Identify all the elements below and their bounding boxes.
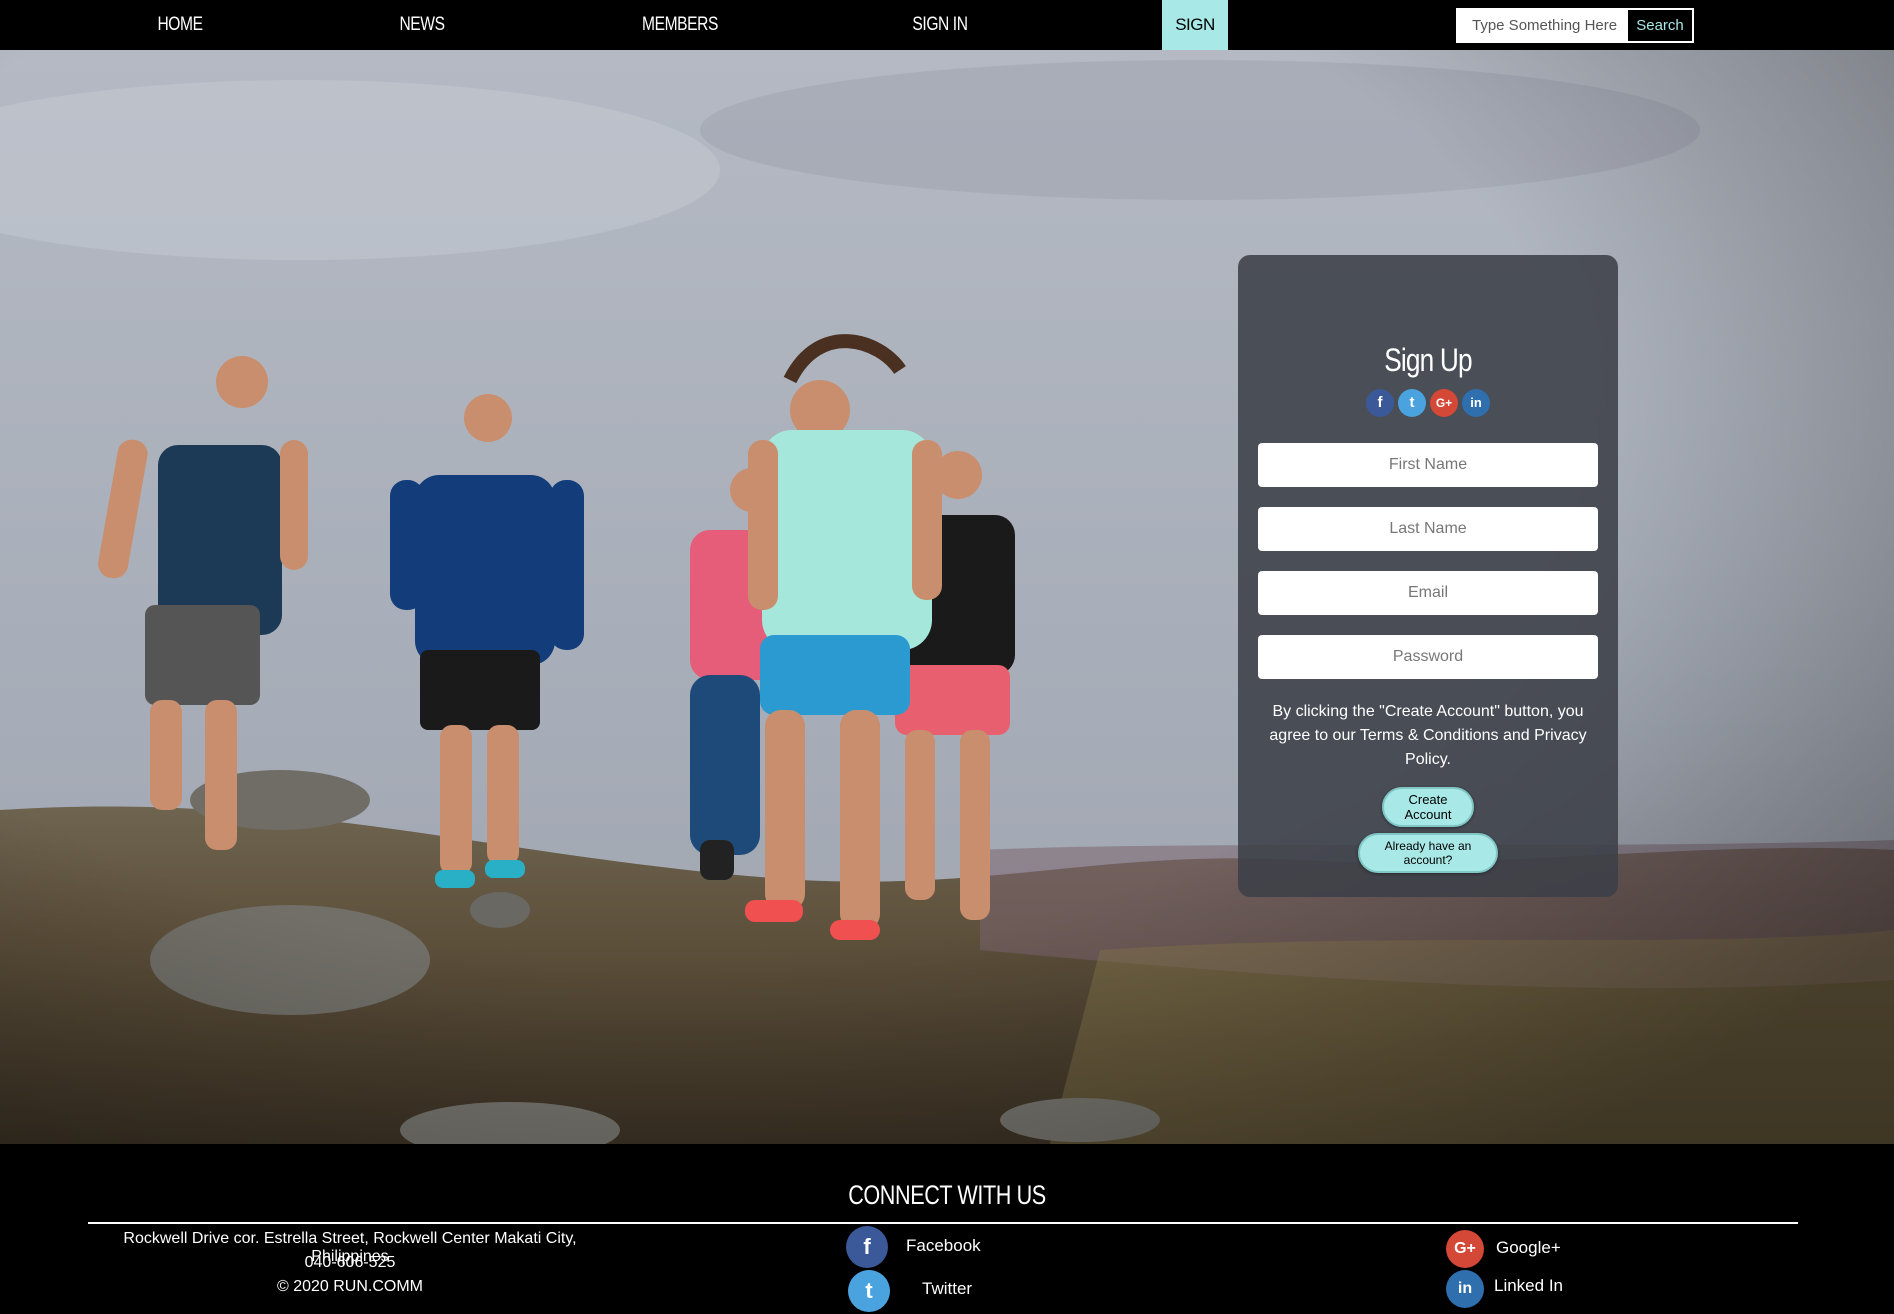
nav-home[interactable]: HOME (147, 0, 213, 50)
first-name-field[interactable] (1258, 443, 1598, 487)
password-field[interactable] (1258, 635, 1598, 679)
footer-copyright: © 2020 RUN.COMM (276, 1278, 424, 1295)
nav-sign-in[interactable]: SIGN IN (903, 0, 977, 50)
top-navbar: HOME NEWS MEMBERS SIGN IN SIGN UP Search (0, 0, 1894, 84)
footer-title: CONNECT WITH US (848, 1180, 1046, 1210)
twitter-icon[interactable]: t (1398, 389, 1426, 417)
footer-phone: 040-606-525 (304, 1254, 396, 1271)
signup-title: Sign Up (1384, 342, 1472, 378)
facebook-icon[interactable]: f (1366, 389, 1394, 417)
search-form: Search (1456, 8, 1694, 43)
google-plus-icon[interactable]: G+ (1430, 389, 1458, 417)
nav-sign-up[interactable]: SIGN UP (1162, 0, 1228, 84)
footer-divider (88, 1222, 1798, 1224)
footer: CONNECT WITH US Rockwell Drive cor. Estr… (0, 1144, 1894, 1314)
nav-news[interactable]: NEWS (389, 0, 455, 50)
terms-text: By clicking the "Create Account" button,… (1269, 703, 1587, 768)
create-account-button[interactable]: Create Account (1382, 787, 1474, 827)
last-name-field[interactable] (1258, 507, 1598, 551)
linkedin-icon[interactable]: in (1446, 1270, 1484, 1308)
linkedin-icon[interactable]: in (1462, 389, 1490, 417)
footer-google-link[interactable]: Google+ (1496, 1238, 1561, 1258)
social-signup-row: f t G+ in (1238, 389, 1618, 417)
footer-twitter-link[interactable]: Twitter (922, 1279, 972, 1299)
hero-photo: Sign Up f t G+ in By clicking the "Creat… (0, 50, 1894, 1144)
search-input[interactable] (1458, 10, 1628, 41)
facebook-icon[interactable]: f (846, 1226, 888, 1268)
email-field[interactable] (1258, 571, 1598, 615)
twitter-icon[interactable]: t (848, 1270, 890, 1312)
search-button[interactable]: Search (1628, 10, 1692, 41)
already-have-account-button[interactable]: Already have an account? (1358, 833, 1498, 873)
footer-facebook-link[interactable]: Facebook (906, 1236, 981, 1256)
google-plus-icon[interactable]: G+ (1446, 1230, 1484, 1268)
signup-card: Sign Up f t G+ in By clicking the "Creat… (1238, 255, 1618, 897)
footer-linkedin-link[interactable]: Linked In (1494, 1276, 1563, 1296)
nav-members[interactable]: MEMBERS (639, 0, 721, 50)
